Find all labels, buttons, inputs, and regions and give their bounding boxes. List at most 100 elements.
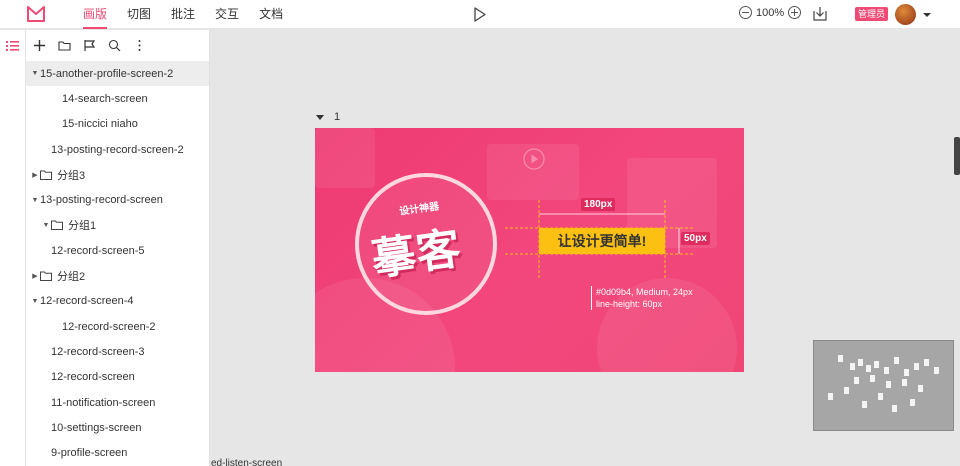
nav-tab[interactable]: 画版 — [73, 0, 117, 29]
minimap-thumb — [884, 367, 889, 374]
minimap-thumb — [838, 355, 843, 362]
flag-icon[interactable] — [83, 39, 96, 52]
cta-button[interactable]: 让设计更简单! — [539, 228, 665, 254]
layer-label: 12-record-screen-4 — [40, 295, 134, 308]
layers-list-icon[interactable] — [6, 40, 19, 52]
folder-icon — [40, 271, 52, 282]
layer-label: 分组2 — [57, 271, 86, 284]
left-rail — [0, 30, 26, 466]
chevron-right-icon[interactable]: ▶ — [30, 171, 40, 179]
layer-item[interactable]: 10-settings-screen — [26, 415, 209, 440]
minimap-thumb — [914, 363, 919, 370]
chevron-down-icon[interactable] — [923, 13, 931, 17]
minimap-thumb — [904, 369, 909, 376]
folder-icon[interactable] — [58, 39, 71, 52]
user-avatar[interactable] — [895, 4, 916, 25]
folder-icon — [40, 170, 52, 180]
minimap-thumb — [934, 367, 939, 374]
nav-tab[interactable]: 文档 — [249, 0, 293, 29]
layer-item[interactable]: 14-search-screen — [26, 86, 209, 111]
panel-toolbar — [26, 30, 209, 61]
layer-label: 13-posting-record-screen-2 — [51, 143, 184, 156]
artboard-banner[interactable]: 设计神器 摹客 让设计更简单! 180px 50px #0d09b4, Medi… — [315, 128, 744, 372]
search-icon[interactable] — [108, 39, 121, 52]
layer-label: 分组3 — [57, 169, 86, 182]
layer-label: 11-notification-screen — [51, 396, 156, 409]
chevron-right-icon[interactable]: ▶ — [30, 272, 40, 280]
more-icon[interactable] — [133, 39, 146, 52]
zoom-in-icon[interactable] — [788, 6, 802, 19]
minimap[interactable] — [813, 340, 954, 431]
layer-list: ▼ 15-another-profile-screen-2 14-search-sc… — [26, 61, 209, 466]
nav-tab[interactable]: 交互 — [205, 0, 249, 29]
chevron-down-icon[interactable]: ▼ — [30, 197, 40, 204]
layer-label: 15-another-profile-screen-2 — [40, 67, 174, 80]
minimap-thumb — [878, 393, 883, 400]
width-dimension: 180px — [581, 198, 616, 211]
nav-tab[interactable]: 切图 — [117, 0, 161, 29]
minimap-thumb — [844, 387, 849, 394]
layer-label: 13-posting-record-screen — [40, 194, 163, 207]
minimap-thumb — [874, 361, 879, 368]
admin-badge: 管理员 — [855, 7, 889, 21]
layer-label: 分组1 — [68, 220, 97, 233]
minimap-thumb — [858, 359, 863, 366]
main-nav: 画版 切图 批注 交互 文档 — [73, 0, 293, 29]
layer-item[interactable]: 12-record-screen-3 — [26, 339, 209, 364]
layer-item[interactable]: 13-posting-record-screen-2 — [26, 137, 209, 162]
measure-guides — [505, 200, 695, 280]
scrollbar-handle[interactable] — [954, 137, 960, 175]
artboard-label-partial: ed-listen-screen — [211, 458, 283, 466]
minimap-thumb — [910, 399, 915, 406]
mockplus-logo-icon[interactable] — [26, 5, 46, 23]
design-canvas[interactable]: 1 设计神器 摹客 让设计更简单! 180px 50px #0d09b4, Me… — [211, 30, 960, 466]
zoom-control: 100% — [739, 6, 802, 19]
minimap-thumb — [892, 405, 897, 412]
minimap-thumb — [870, 375, 875, 382]
minimap-thumb — [828, 393, 833, 400]
layer-item[interactable]: ▼ 12-record-screen-4 — [26, 289, 209, 314]
minimap-thumb — [866, 365, 871, 372]
artboard-name: 1 — [334, 111, 341, 123]
add-icon[interactable] — [33, 39, 46, 52]
layer-item[interactable]: 15-niccici niaho — [26, 112, 209, 137]
top-bar: 画版 切图 批注 交互 文档 100% 管理员 — [0, 0, 960, 29]
layer-item[interactable]: 12-record-screen — [26, 365, 209, 390]
artboard-header[interactable]: 1 — [316, 111, 340, 123]
download-icon[interactable] — [811, 5, 829, 23]
chevron-down-icon[interactable]: ▼ — [30, 298, 40, 305]
layer-item[interactable]: ▼ 分组1 — [26, 213, 209, 238]
layer-item[interactable]: 12-record-screen-5 — [26, 238, 209, 263]
zoom-level: 100% — [756, 6, 785, 19]
minimap-thumb — [850, 363, 855, 370]
minimap-thumb — [902, 379, 907, 386]
preview-play-icon[interactable] — [473, 7, 487, 22]
minimap-thumb — [924, 359, 929, 366]
chevron-down-icon[interactable] — [316, 114, 324, 120]
text-spec: #0d09b4, Medium, 24px line-height: 60px — [591, 286, 693, 310]
minimap-thumb — [854, 377, 859, 384]
chevron-down-icon[interactable]: ▼ — [41, 222, 51, 229]
chevron-down-icon[interactable]: ▼ — [30, 70, 40, 77]
zoom-out-icon[interactable] — [739, 6, 752, 19]
layer-item[interactable]: 12-record-screen-2 — [26, 314, 209, 339]
minimap-thumb — [862, 401, 867, 408]
minimap-thumb — [894, 357, 899, 364]
spec-line: #0d09b4, Medium, 24px — [596, 287, 693, 297]
minimap-thumb — [886, 381, 891, 388]
layer-label: 15-niccici niaho — [62, 118, 138, 131]
layer-item[interactable]: ▼ 13-posting-record-screen — [26, 187, 209, 212]
folder-icon — [51, 220, 63, 231]
nav-tab[interactable]: 批注 — [161, 0, 205, 29]
spec-line: line-height: 60px — [596, 299, 663, 309]
layer-label: 12-record-screen-2 — [62, 320, 156, 333]
layer-item[interactable]: 11-notification-screen — [26, 390, 209, 415]
layer-item[interactable]: 9-profile-screen — [26, 440, 209, 465]
layer-label: 12-record-screen-3 — [51, 345, 145, 358]
layer-item[interactable]: ▶ 分组3 — [26, 162, 209, 187]
layer-item[interactable]: ▶ 分组2 — [26, 263, 209, 288]
layer-item[interactable]: ▼ 15-another-profile-screen-2 — [26, 61, 209, 87]
layer-label: 14-search-screen — [62, 92, 148, 105]
layer-label: 10-settings-screen — [51, 421, 142, 434]
layer-label: 12-record-screen — [51, 371, 135, 384]
